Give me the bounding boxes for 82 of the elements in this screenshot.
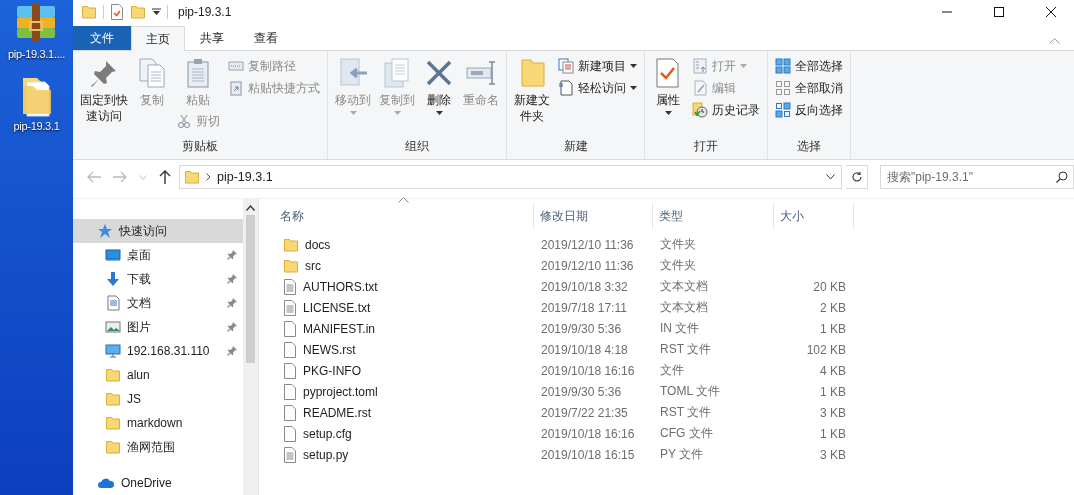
nav-item[interactable]: 下载 <box>73 267 243 291</box>
table-cell: 文件夹 <box>660 258 696 272</box>
desktop-icon-label[interactable]: pip-19.3.1.... <box>8 48 65 60</box>
ribbon-tab[interactable]: 共享 <box>185 26 239 50</box>
group-label: 组织 <box>404 138 430 155</box>
group-label: 打开 <box>693 138 719 155</box>
table-cell: 2019/10/18 16:15 <box>541 447 635 462</box>
table-cell: 2019/12/10 11:36 <box>541 237 634 252</box>
table-cell: 1 KB <box>820 321 846 336</box>
nav-item[interactable]: alun <box>73 363 243 387</box>
nav-item[interactable]: 桌面 <box>73 243 243 267</box>
nav-item[interactable]: 192.168.31.110 <box>73 339 243 363</box>
address-field[interactable]: pip-19.3.1 <box>179 165 842 189</box>
table-cell: 2019/10/18 4:18 <box>541 342 628 357</box>
table-cell: 文本文档 <box>660 300 708 314</box>
desktop-icon-label[interactable]: pip-19.3.1 <box>13 120 60 132</box>
file-name[interactable]: AUTHORS.txt <box>303 279 378 294</box>
file-name[interactable]: PKG-INFO <box>303 363 361 378</box>
nav-item[interactable]: JS <box>73 387 243 411</box>
nav-item[interactable]: 快速访问 <box>73 219 243 243</box>
table-cell: 2019/10/18 16:16 <box>541 363 635 378</box>
table-cell: 文本文档 <box>660 279 708 293</box>
ribbon-button[interactable]: 新建文件夹 <box>511 55 553 126</box>
table-cell: TOML 文件 <box>660 384 720 398</box>
ribbon-button[interactable]: 固定到快速访问 <box>77 55 131 126</box>
table-cell: 2019/7/18 17:11 <box>541 300 627 315</box>
table-cell: CFG 文件 <box>660 426 713 440</box>
table-cell: 3 KB <box>820 447 846 462</box>
table-cell: 2019/7/22 21:35 <box>541 405 628 420</box>
file-menu-button[interactable]: 文件 <box>73 26 131 50</box>
column-header[interactable]: 类型 <box>653 203 774 229</box>
file-name[interactable]: setup.py <box>303 447 349 462</box>
table-cell: 2019/10/18 16:16 <box>541 426 635 441</box>
file-name[interactable]: src <box>305 258 321 273</box>
table-cell: 102 KB <box>806 342 846 357</box>
table-cell: RST 文件 <box>660 405 712 419</box>
table-cell: 2019/12/10 11:36 <box>541 258 634 273</box>
table-cell: 2 KB <box>820 300 846 315</box>
path-segment[interactable]: pip-19.3.1 <box>217 170 273 184</box>
file-name[interactable]: setup.cfg <box>303 426 352 441</box>
file-name[interactable]: docs <box>305 237 331 252</box>
table-cell: 2019/9/30 5:36 <box>541 321 622 336</box>
table-cell: 2019/10/18 3:32 <box>541 279 628 294</box>
file-name[interactable]: NEWS.rst <box>303 342 356 357</box>
nav-item[interactable]: 图片 <box>73 315 243 339</box>
table-cell: 20 KB <box>813 279 846 294</box>
file-name[interactable]: pyproject.toml <box>303 384 378 399</box>
table-cell: 1 KB <box>820 384 846 399</box>
table-cell: PY 文件 <box>660 447 704 461</box>
search-field[interactable]: 搜索"pip-19.3.1" <box>880 165 1074 189</box>
table-cell: 2019/9/30 5:36 <box>541 384 622 399</box>
table-cell: 3 KB <box>820 405 846 420</box>
group-label: 剪贴板 <box>181 138 219 155</box>
file-name[interactable]: README.rst <box>303 405 371 420</box>
ribbon-button[interactable]: 轻松访问 <box>555 77 640 99</box>
column-header[interactable]: 大小 <box>774 203 854 229</box>
ribbon-button[interactable]: 新建项目 <box>555 55 640 77</box>
ribbon-tab[interactable]: 查看 <box>239 26 293 50</box>
file-name[interactable]: MANIFEST.in <box>303 321 375 336</box>
nav-item[interactable]: markdown <box>73 411 243 435</box>
nav-item[interactable]: OneDrive <box>73 471 243 495</box>
table-cell: 文件 <box>660 363 684 377</box>
ribbon-button[interactable]: 历史记录 <box>689 99 763 121</box>
nav-item[interactable]: 文档 <box>73 291 243 315</box>
ribbon-button[interactable]: 反向选择 <box>772 99 846 121</box>
window-title: pip-19.3.1 <box>178 5 232 19</box>
ribbon-button[interactable]: 全部选择 <box>772 55 846 77</box>
ribbon-button[interactable]: 属性 <box>649 55 687 117</box>
table-cell: 4 KB <box>820 363 846 378</box>
table-cell: RST 文件 <box>660 342 712 356</box>
table-cell: IN 文件 <box>660 321 700 335</box>
ribbon-tab[interactable]: 主页 <box>131 26 185 51</box>
column-header[interactable]: 名称 <box>274 203 534 229</box>
table-cell: 文件夹 <box>660 237 696 251</box>
nav-item[interactable]: 渔网范围 <box>73 435 243 459</box>
ribbon-button[interactable]: 删除 <box>420 55 458 117</box>
column-header[interactable]: 修改日期 <box>534 203 653 229</box>
group-label: 新建 <box>562 138 589 155</box>
ribbon-button[interactable]: 全部取消 <box>772 77 846 99</box>
table-cell: 1 KB <box>820 426 846 441</box>
group-label: 选择 <box>796 138 822 155</box>
file-name[interactable]: LICENSE.txt <box>303 300 371 315</box>
